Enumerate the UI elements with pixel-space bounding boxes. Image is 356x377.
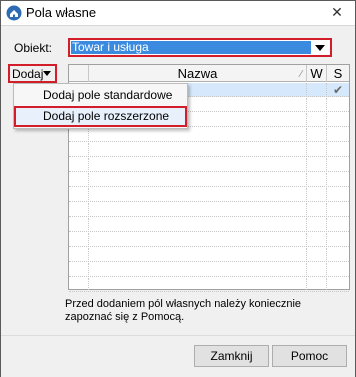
row-indicator-cell [69,278,89,292]
window-title: Pola własne [26,5,97,20]
nazwa-cell[interactable] [89,143,307,157]
info-text: Przed dodaniem pól własnych należy konie… [65,298,302,323]
table-row[interactable] [69,278,349,292]
row-indicator-cell [69,143,89,157]
s-cell[interactable] [327,263,349,277]
row-indicator-cell [69,128,89,142]
row-indicator-cell [69,173,89,187]
w-cell[interactable] [307,278,327,292]
obiekt-select[interactable]: Towar i usługa [68,38,332,57]
nazwa-cell[interactable] [89,233,307,247]
w-cell[interactable] [307,158,327,172]
table-row[interactable] [69,173,349,187]
app-logo-icon [6,5,22,21]
w-cell[interactable] [307,233,327,247]
grid-header: Nazwa ∕ W S [69,65,349,82]
dodaj-label: Dodaj [12,67,44,81]
column-header-indicator [69,65,89,82]
s-cell[interactable] [327,233,349,247]
row-indicator-cell [69,263,89,277]
nazwa-cell[interactable] [89,263,307,277]
caret-down-icon [43,71,51,76]
column-header-w[interactable]: W [307,65,327,82]
s-cell[interactable] [327,128,349,142]
w-cell[interactable] [307,143,327,157]
obiekt-select-value: Towar i usługa [71,41,311,54]
table-row[interactable] [69,203,349,217]
nazwa-cell[interactable] [89,218,307,232]
table-row[interactable] [69,233,349,247]
close-icon[interactable]: ✕ [329,4,345,20]
table-row[interactable] [69,128,349,142]
s-cell[interactable] [327,218,349,232]
row-indicator-cell [69,233,89,247]
s-cell[interactable] [327,203,349,217]
table-row[interactable] [69,263,349,277]
s-cell[interactable] [327,248,349,262]
row-indicator-cell [69,218,89,232]
nazwa-cell[interactable] [89,203,307,217]
s-cell[interactable] [327,98,349,112]
w-cell[interactable] [307,218,327,232]
menu-item-dodaj-pole-standardowe[interactable]: Dodaj pole standardowe [14,85,187,106]
obiekt-label: Obiekt: [14,41,53,55]
s-cell[interactable] [327,173,349,187]
table-row[interactable] [69,188,349,202]
chevron-down-icon[interactable] [312,41,328,55]
w-cell[interactable] [307,263,327,277]
table-row[interactable] [69,143,349,157]
w-cell[interactable] [307,98,327,112]
close-button[interactable]: Zamknij [194,345,269,367]
column-header-nazwa[interactable]: Nazwa ∕ [89,65,307,82]
row-indicator-cell [69,158,89,172]
s-cell[interactable]: ✔ [327,83,349,97]
w-cell[interactable] [307,248,327,262]
s-cell[interactable] [327,158,349,172]
nazwa-cell[interactable] [89,173,307,187]
s-cell[interactable] [327,188,349,202]
table-row[interactable] [69,158,349,172]
w-cell[interactable] [307,128,327,142]
sort-indicator-icon: ∕ [300,69,302,80]
w-cell[interactable] [307,83,327,97]
column-header-nazwa-label: Nazwa [177,66,218,81]
s-cell[interactable] [327,278,349,292]
row-indicator-cell [69,248,89,262]
nazwa-cell[interactable] [89,128,307,142]
table-row[interactable] [69,248,349,262]
row-indicator-cell [69,188,89,202]
pola-wlasne-dialog: Pola własne ✕ Obiekt: Towar i usługa Dod… [0,0,356,377]
w-cell[interactable] [307,188,327,202]
s-cell[interactable] [327,143,349,157]
nazwa-cell[interactable] [89,188,307,202]
row-indicator-cell [69,203,89,217]
dodaj-dropdown-button[interactable]: Dodaj [8,64,57,83]
dodaj-menu: Dodaj pole standardowe Dodaj pole rozsze… [13,83,188,129]
nazwa-cell[interactable] [89,278,307,292]
menu-item-dodaj-pole-rozszerzone[interactable]: Dodaj pole rozszerzone [14,106,187,127]
nazwa-cell[interactable] [89,158,307,172]
s-cell[interactable] [327,113,349,127]
w-cell[interactable] [307,173,327,187]
column-header-s[interactable]: S [327,65,349,82]
table-row[interactable] [69,218,349,232]
title-bar[interactable]: Pola własne ✕ [1,1,355,26]
help-button[interactable]: Pomoc [272,345,347,367]
nazwa-cell[interactable] [89,248,307,262]
w-cell[interactable] [307,203,327,217]
w-cell[interactable] [307,113,327,127]
